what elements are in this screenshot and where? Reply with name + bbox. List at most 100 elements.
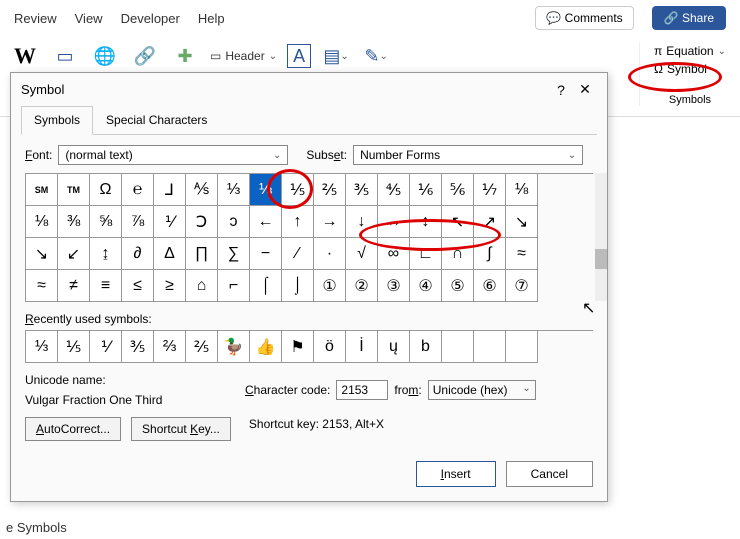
symbol-cell[interactable]: ℮ <box>122 174 154 206</box>
font-dropdown[interactable]: (normal text)⌄ <box>58 145 288 165</box>
symbol-cell[interactable]: ↔ <box>378 206 410 238</box>
textbox-icon[interactable]: A <box>287 44 311 68</box>
symbol-cell[interactable]: ⅘ <box>378 174 410 206</box>
recent-cell[interactable]: İ <box>346 331 378 363</box>
symbol-cell[interactable]: ⌠ <box>250 270 282 302</box>
recent-cell[interactable]: b <box>410 331 442 363</box>
recent-cell[interactable]: 👍 <box>250 331 282 363</box>
online-video-icon[interactable]: ▭ <box>50 42 80 70</box>
recent-cell[interactable]: ⅟ <box>90 331 122 363</box>
wikipedia-icon[interactable]: W <box>10 42 40 70</box>
symbol-cell[interactable]: ∟ <box>410 238 442 270</box>
symbol-cell[interactable]: Ↄ <box>186 206 218 238</box>
recent-cell[interactable] <box>442 331 474 363</box>
symbol-cell[interactable]: ∫ <box>474 238 506 270</box>
symbol-cell[interactable]: ⅜ <box>58 206 90 238</box>
symbol-grid[interactable]: SMTMΩ℮⅃⅍⅓⅓⅕⅖⅗⅘⅙⅚⅐⅛⅛⅜⅝⅞⅟Ↄↄ←↑→↓↔↕↖↗↘↘↙↨∂Δ∏… <box>25 173 593 302</box>
tab-help[interactable]: Help <box>198 11 225 26</box>
recent-cell[interactable]: ⅕ <box>58 331 90 363</box>
symbol-cell[interactable]: ≥ <box>154 270 186 302</box>
shortcut-key-button[interactable]: Shortcut Key... <box>131 417 231 441</box>
tab-view[interactable]: View <box>75 11 103 26</box>
symbol-cell[interactable]: ↙ <box>58 238 90 270</box>
recent-cell[interactable]: ⅖ <box>186 331 218 363</box>
symbol-cell[interactable]: ⅛ <box>26 206 58 238</box>
symbol-cell[interactable]: ⅐ <box>474 174 506 206</box>
symbol-cell[interactable]: ∕ <box>282 238 314 270</box>
symbol-cell[interactable]: ∏ <box>186 238 218 270</box>
quick-parts-icon[interactable]: ▤⌄ <box>321 42 351 70</box>
symbol-cell[interactable]: ↗ <box>474 206 506 238</box>
comment-icon[interactable]: ✚ <box>170 42 200 70</box>
recent-cell[interactable]: ⅓ <box>26 331 58 363</box>
symbol-cell[interactable]: ⌂ <box>186 270 218 302</box>
symbol-cell[interactable]: Ω <box>90 174 122 206</box>
symbol-cell[interactable]: ④ <box>410 270 442 302</box>
cancel-button[interactable]: Cancel <box>506 461 593 487</box>
symbol-cell[interactable]: ⅛ <box>506 174 538 206</box>
symbol-cell[interactable]: ∙ <box>314 238 346 270</box>
recent-cell[interactable]: ⅗ <box>122 331 154 363</box>
symbol-cell[interactable]: ⅍ <box>186 174 218 206</box>
symbol-cell[interactable]: ≠ <box>58 270 90 302</box>
symbol-cell[interactable]: ⅞ <box>122 206 154 238</box>
symbol-button[interactable]: Ω Symbol ⌄ <box>650 60 730 78</box>
symbol-cell[interactable]: ← <box>250 206 282 238</box>
recent-cell[interactable]: ⚑ <box>282 331 314 363</box>
symbol-cell[interactable]: ⑥ <box>474 270 506 302</box>
recent-cell[interactable]: 🦆 <box>218 331 250 363</box>
symbol-cell[interactable]: ↘ <box>506 206 538 238</box>
tab-symbols[interactable]: Symbols <box>21 106 93 135</box>
symbol-cell[interactable]: ⅙ <box>410 174 442 206</box>
insert-button[interactable]: Insert <box>416 461 496 487</box>
symbol-cell[interactable]: ⅕ <box>282 174 314 206</box>
share-button[interactable]: 🔗 Share <box>652 6 726 30</box>
symbol-cell[interactable]: − <box>250 238 282 270</box>
symbol-cell[interactable]: ③ <box>378 270 410 302</box>
symbol-cell[interactable]: ⅚ <box>442 174 474 206</box>
symbol-cell[interactable]: ⑤ <box>442 270 474 302</box>
symbol-cell[interactable]: ⌡ <box>282 270 314 302</box>
symbol-cell[interactable]: SM <box>26 174 58 206</box>
symbol-cell[interactable]: ② <box>346 270 378 302</box>
symbol-cell[interactable]: ⅃ <box>154 174 186 206</box>
from-dropdown[interactable]: Unicode (hex)⌄ <box>428 380 536 400</box>
symbol-cell[interactable]: ↘ <box>26 238 58 270</box>
tab-review[interactable]: Review <box>14 11 57 26</box>
recent-cell[interactable]: ⅔ <box>154 331 186 363</box>
symbol-cell[interactable]: ⅓ <box>218 174 250 206</box>
symbol-cell[interactable]: ⅟ <box>154 206 186 238</box>
tab-special-characters[interactable]: Special Characters <box>93 106 220 134</box>
recent-grid[interactable]: ⅓⅕⅟⅗⅔⅖🦆👍⚑öİųb <box>25 330 593 363</box>
symbol-cell[interactable]: ↓ <box>346 206 378 238</box>
symbol-cell[interactable]: √ <box>346 238 378 270</box>
recent-cell[interactable] <box>474 331 506 363</box>
comments-button[interactable]: 💬 Comments <box>535 6 633 30</box>
symbol-cell[interactable]: ≈ <box>26 270 58 302</box>
symbol-cell[interactable]: ↑ <box>282 206 314 238</box>
recent-cell[interactable]: ö <box>314 331 346 363</box>
recent-cell[interactable]: ų <box>378 331 410 363</box>
header-dropdown[interactable]: ▭ Header ⌄ <box>210 49 277 63</box>
symbol-cell[interactable]: ≤ <box>122 270 154 302</box>
symbol-cell[interactable]: TM <box>58 174 90 206</box>
symbol-cell[interactable]: ⅝ <box>90 206 122 238</box>
equation-button[interactable]: π Equation ⌄ <box>650 42 730 60</box>
link-icon[interactable]: 🔗 <box>130 42 160 70</box>
symbol-cell[interactable]: ① <box>314 270 346 302</box>
symbol-cell[interactable]: → <box>314 206 346 238</box>
tab-developer[interactable]: Developer <box>121 11 180 26</box>
help-button[interactable]: ? <box>549 82 573 98</box>
symbol-cell[interactable]: ↕ <box>410 206 442 238</box>
symbol-cell[interactable]: ⅓ <box>250 174 282 206</box>
recent-cell[interactable] <box>506 331 538 363</box>
symbol-cell[interactable]: ↨ <box>90 238 122 270</box>
symbol-cell[interactable]: ⅖ <box>314 174 346 206</box>
symbol-cell[interactable]: ⌐ <box>218 270 250 302</box>
globe-icon[interactable]: 🌐 <box>90 42 120 70</box>
symbol-cell[interactable]: ⑦ <box>506 270 538 302</box>
autocorrect-button[interactable]: AutoCorrect... <box>25 417 121 441</box>
grid-scrollbar[interactable] <box>595 173 607 301</box>
symbol-cell[interactable]: ↄ <box>218 206 250 238</box>
symbol-cell[interactable]: ≡ <box>90 270 122 302</box>
